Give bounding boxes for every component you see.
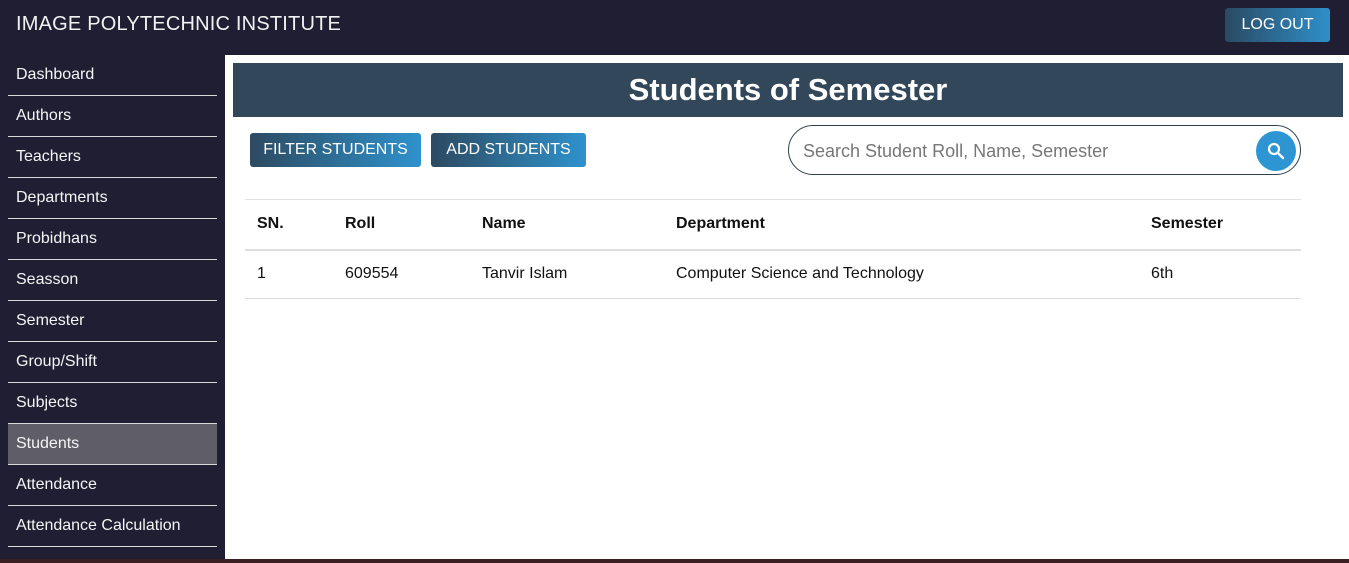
sidebar-item-teachers[interactable]: Teachers: [8, 137, 217, 178]
column-header-name: Name: [482, 215, 526, 233]
page-title: Students of Semester: [233, 63, 1343, 117]
sidebar-item-probidhans[interactable]: Probidhans: [8, 219, 217, 260]
sidebar: Dashboard Authors Teachers Departments P…: [0, 55, 225, 563]
table-header-row: SN. Roll Name Department Semester: [245, 199, 1301, 250]
sidebar-item-dashboard[interactable]: Dashboard: [8, 55, 217, 96]
sidebar-item-departments[interactable]: Departments: [8, 178, 217, 219]
search-input[interactable]: [803, 138, 1243, 164]
brand-title: IMAGE POLYTECHNIC INSTITUTE: [16, 13, 342, 35]
cell-sn: 1: [257, 265, 266, 283]
sidebar-item-group-shift[interactable]: Group/Shift: [8, 342, 217, 383]
cell-department: Computer Science and Technology: [676, 265, 924, 283]
table-row[interactable]: 1 609554 Tanvir Islam Computer Science a…: [245, 250, 1301, 299]
sidebar-item-attendance[interactable]: Attendance: [8, 465, 217, 506]
add-students-button[interactable]: ADD STUDENTS: [431, 133, 586, 167]
sidebar-item-attendance-calculation[interactable]: Attendance Calculation: [8, 506, 217, 547]
search-button[interactable]: [1256, 131, 1296, 171]
filter-students-button[interactable]: FILTER STUDENTS: [250, 133, 421, 167]
column-header-department: Department: [676, 215, 765, 233]
search-icon: [1267, 142, 1285, 160]
cell-name: Tanvir Islam: [482, 265, 568, 283]
logout-button[interactable]: LOG OUT: [1225, 8, 1330, 42]
search-box: [788, 125, 1301, 175]
students-table: SN. Roll Name Department Semester 1 6095…: [245, 199, 1301, 299]
sidebar-item-seasson[interactable]: Seasson: [8, 260, 217, 301]
column-header-sn: SN.: [257, 215, 284, 233]
column-header-roll: Roll: [345, 215, 376, 233]
cell-semester: 6th: [1151, 265, 1174, 283]
main-content: Students of Semester FILTER STUDENTS ADD…: [225, 55, 1349, 559]
top-navbar: IMAGE POLYTECHNIC INSTITUTE LOG OUT: [0, 0, 1349, 55]
sidebar-item-authors[interactable]: Authors: [8, 96, 217, 137]
sidebar-item-students[interactable]: Students: [8, 424, 217, 465]
column-header-semester: Semester: [1151, 215, 1224, 233]
cell-roll: 609554: [345, 265, 399, 283]
sidebar-item-subjects[interactable]: Subjects: [8, 383, 217, 424]
bottom-strip: [0, 559, 1349, 563]
sidebar-item-semester[interactable]: Semester: [8, 301, 217, 342]
